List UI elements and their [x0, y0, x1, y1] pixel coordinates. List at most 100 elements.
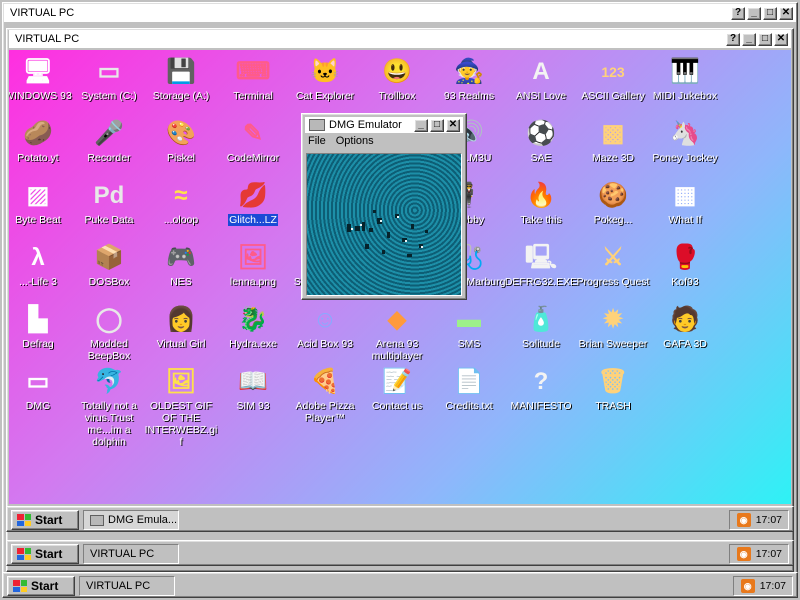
rss-icon[interactable]: ◉	[740, 579, 755, 593]
start-label: Start	[35, 513, 63, 527]
desktop-icon-defrg32-exe[interactable]: 🖳 DEFRG32.EXE	[504, 242, 578, 288]
desktop-icon-sae[interactable]: ⚽ SAE	[504, 118, 578, 164]
start-button[interactable]: Start	[11, 510, 79, 530]
desktop-icon-oldest-gif-of-the-interwebz-gif[interactable]: 🖼 OLDEST GIF OF THE INTERWEBZ.gif	[144, 366, 218, 448]
desktop-icon-virtual-girl[interactable]: 👩 Virtual Girl	[144, 304, 218, 350]
taskbar-item-virtual-pc[interactable]: VIRTUAL PC	[79, 576, 175, 596]
solitude-icon: 🧴	[526, 306, 556, 333]
desktop-icon-ascii-gallery[interactable]: 123 ASCII Gallery	[576, 56, 650, 102]
desktop-icon-nes[interactable]: 🎮 NES	[144, 242, 218, 288]
dmg-menubar: File Options	[306, 135, 374, 147]
desktop-icon-totally-not-a-virus-trust-me-im-a-dolphin[interactable]: 🐬 Totally not a virus.Trust me...im a dol…	[72, 366, 146, 448]
brian-sweeper-icon: ✹	[602, 306, 624, 333]
desktop-icon-trash[interactable]: 🗑 TRASH	[576, 366, 650, 412]
outer-titlebar[interactable]: VIRTUAL PC ? _ □ ✕	[4, 4, 796, 22]
desktop-icon-byte-beat[interactable]: ▨ Byte Beat	[9, 180, 75, 226]
desktop-icon-terminal[interactable]: ⌨ Terminal	[216, 56, 290, 102]
outer-close-button[interactable]: ✕	[779, 6, 793, 20]
desktop-icon-arena-93-multiplayer[interactable]: ◆ Arena 93 multiplayer	[360, 304, 434, 362]
desktop-icon-93-realms[interactable]: 🧙 93 Realms	[432, 56, 506, 102]
desktop-icon-label: OLDEST GIF OF THE INTERWEBZ.gif	[144, 400, 218, 448]
desktop-icon-label: Acid Box 93	[296, 338, 354, 350]
dmg-maximize-button[interactable]: □	[430, 118, 444, 132]
rss-icon[interactable]: ◉	[736, 547, 751, 561]
desktop-icon-dmg[interactable]: ▭ DMG	[9, 366, 75, 412]
inner-minimize-button[interactable]: _	[742, 32, 756, 46]
desktop-icon-trollbox[interactable]: 😃 Trollbox	[360, 56, 434, 102]
taskbar-item-dmg-emulator[interactable]: DMG Emula...	[83, 510, 179, 530]
outer-minimize-button[interactable]: _	[747, 6, 761, 20]
desktop-icon-dosbox[interactable]: 📦 DOSBox	[72, 242, 146, 288]
dmg-titlebar[interactable]: DMG Emulator _ □ ✕	[305, 117, 463, 133]
desktop-icon-label: MIDI Jukebox	[652, 90, 718, 102]
rss-icon[interactable]: ◉	[736, 513, 751, 527]
modded-beepbox-icon: ◯	[95, 306, 123, 333]
desktop-icon-lenna-png[interactable]: 🖼 lenna.png	[216, 242, 290, 288]
windows-logo-icon	[13, 580, 27, 592]
desktop-icon-sms[interactable]: ▬ SMS	[432, 304, 506, 350]
task-label: VIRTUAL PC	[86, 580, 151, 592]
desktop-icon-credits-txt[interactable]: 📄 Credits.txt	[432, 366, 506, 412]
desktop-icon-ansi-love[interactable]: A ANSI Love	[504, 56, 578, 102]
desktop-icon-windows-93[interactable]: 🖥 WINDOWS 93	[9, 56, 75, 102]
outer-help-button[interactable]: ?	[731, 6, 745, 20]
desktop-icon-maze-3d[interactable]: ▩ Maze 3D	[576, 118, 650, 164]
desktop-icon-adobe-pizza-player[interactable]: 🍕 Adobe Pizza Player™	[288, 366, 362, 424]
outer-maximize-button[interactable]: □	[763, 6, 777, 20]
emulator-screen[interactable]	[306, 153, 462, 296]
desktop-icon-take-this[interactable]: 🔥 Take this	[504, 180, 578, 226]
defrag-icon: ▙	[28, 306, 48, 333]
inner-close-button[interactable]: ✕	[774, 32, 788, 46]
desktop-icon-midi-jukebox[interactable]: 🎹 MIDI Jukebox	[648, 56, 722, 102]
dmg-emulator-window[interactable]: DMG Emulator _ □ ✕ File Options	[301, 113, 467, 300]
menu-options[interactable]: Options	[336, 135, 374, 147]
desktop-icon-poney-jockey[interactable]: 🦄 Poney Jockey	[648, 118, 722, 164]
dmg-minimize-button[interactable]: _	[414, 118, 428, 132]
desktop-icon-system-c[interactable]: ▭ System (C:)	[72, 56, 146, 102]
desktop-icon-modded-beepbox[interactable]: ◯ Modded BeepBox	[72, 304, 146, 362]
desktop-icon-defrag[interactable]: ▙ Defrag	[9, 304, 75, 350]
desktop-icon-acid-box-93[interactable]: ☺ Acid Box 93	[288, 304, 362, 350]
desktop-icon-manifesto[interactable]: ? MANIFESTO	[504, 366, 578, 412]
taskbar-item-virtual-pc[interactable]: VIRTUAL PC	[83, 544, 179, 564]
desktop-icon-brian-sweeper[interactable]: ✹ Brian Sweeper	[576, 304, 650, 350]
desktop-icon-storage-a[interactable]: 💾 Storage (A:)	[144, 56, 218, 102]
desktop-icon-solitude[interactable]: 🧴 Solitude	[504, 304, 578, 350]
desktop-icon-life-3[interactable]: λ ...-Life 3	[9, 242, 75, 288]
desktop-icon-gafa-3d[interactable]: 🧑 GAFA 3D	[648, 304, 722, 350]
desktop-icon-progress-quest[interactable]: ⚔ Progress Quest	[576, 242, 650, 288]
desktop-icon-label: Solitude	[522, 338, 560, 350]
desktop-icon-what-if[interactable]: ▦ What If	[648, 180, 722, 226]
glitch-lz-icon: 💋	[238, 182, 268, 209]
desktop-icon-recorder[interactable]: 🎤 Recorder	[72, 118, 146, 164]
inner-help-button[interactable]: ?	[726, 32, 740, 46]
desktop-icon-puke-data[interactable]: Pd Puke Data	[72, 180, 146, 226]
desktop-icon-codemirror[interactable]: ✎ CodeMirror	[216, 118, 290, 164]
desktop-icon-contact-us[interactable]: 📝 Contact us	[360, 366, 434, 412]
oldest-gif-of-the-interwebz-gif-icon: 🖼	[165, 368, 197, 395]
dmg-icon: ▭	[26, 368, 50, 395]
desktop-icon-glitch-lz[interactable]: 💋 Glitch...LZ	[216, 180, 290, 226]
inner-maximize-button[interactable]: □	[758, 32, 772, 46]
start-button[interactable]: Start	[7, 576, 75, 596]
taskbar-middle: Start VIRTUAL PC ◉ 17:07	[6, 540, 794, 566]
dmg-close-button[interactable]: ✕	[446, 118, 460, 132]
inner-titlebar[interactable]: VIRTUAL PC ? _ □ ✕	[9, 30, 791, 48]
menu-file[interactable]: File	[308, 135, 326, 147]
start-button[interactable]: Start	[11, 544, 79, 564]
cat-explorer-icon: 🐱	[310, 58, 340, 85]
desktop-icon-label: Defrag	[22, 338, 54, 350]
desktop-icon-pokeg[interactable]: 🍪 Pokeg...	[576, 180, 650, 226]
desktop-icon-cat-explorer[interactable]: 🐱 Cat Explorer	[288, 56, 362, 102]
desktop-icon-hydra-exe[interactable]: 🐉 Hydra.exe	[216, 304, 290, 350]
desktop-icon-potato-yt[interactable]: 🥔 Potato.yt	[9, 118, 75, 164]
system-tray: ◉ 17:07	[729, 544, 789, 564]
desktop-icon-sim-93[interactable]: 📖 SIM 93	[216, 366, 290, 412]
ascii-gallery-icon: 123	[601, 64, 625, 80]
codemirror-icon: ✎	[242, 120, 264, 147]
desktop-icon-label: What If	[668, 214, 702, 226]
desktop-icon-piskel[interactable]: 🎨 Piskel	[144, 118, 218, 164]
desktop-icon-oloop[interactable]: ≈ ...oloop	[144, 180, 218, 226]
desktop-icon-label: Recorder	[87, 152, 131, 164]
desktop-icon-kof93[interactable]: 🥊 Kof93	[648, 242, 722, 288]
